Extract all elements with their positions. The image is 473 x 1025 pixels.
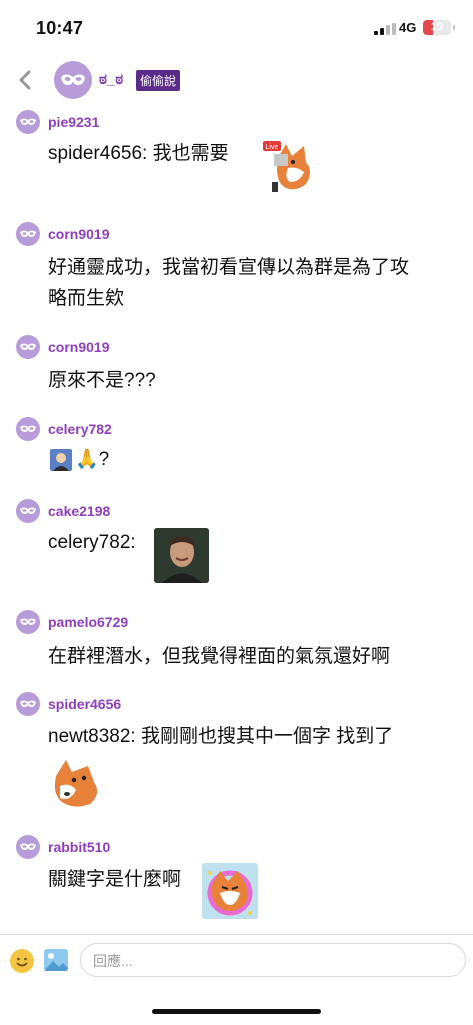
battery-icon: 19 [423, 20, 455, 35]
network-label: 4G [399, 20, 417, 35]
username[interactable]: corn9019 [48, 226, 109, 242]
username[interactable]: cake2198 [48, 503, 110, 519]
user-avatar-mask-icon[interactable] [16, 610, 40, 634]
user-avatar-mask-icon[interactable] [16, 417, 40, 441]
status-time: 10:47 [36, 18, 84, 38]
username[interactable]: pamelo6729 [48, 614, 128, 630]
message-text: 原來不是??? [48, 370, 156, 391]
signal-icon [374, 23, 396, 35]
emoji-icon[interactable] [10, 949, 34, 973]
back-icon[interactable] [14, 66, 38, 94]
user-avatar-mask-icon[interactable] [16, 110, 40, 134]
image-icon[interactable] [44, 949, 68, 971]
message-text: 🙏? [75, 449, 110, 470]
message-text-line: 略而生欸 [48, 288, 125, 309]
message-text: spider4656: 我也需要 [48, 143, 229, 164]
composer-bar [0, 934, 473, 1025]
username[interactable]: celery782 [48, 421, 112, 437]
username[interactable]: spider4656 [48, 696, 121, 712]
username[interactable]: pie9231 [48, 114, 99, 130]
user-avatar-mask-icon[interactable] [16, 335, 40, 359]
user-avatar-mask-icon[interactable] [16, 222, 40, 246]
username[interactable]: rabbit510 [48, 839, 110, 855]
username[interactable]: corn9019 [48, 339, 109, 355]
message-text: 關鍵字是什麼啊 [48, 869, 182, 890]
svg-text:Live: Live [266, 144, 279, 151]
fox-live-sticker[interactable]: Live [260, 138, 318, 194]
reply-field[interactable] [80, 943, 466, 977]
status-bar: 10:47 4G 19 [0, 0, 473, 56]
message-text: celery782: [48, 532, 136, 553]
fox-sparkle-sticker[interactable] [202, 863, 258, 919]
anonymous-badge: 偷偷說 [136, 70, 181, 91]
user-avatar-mask-icon[interactable] [16, 499, 40, 523]
home-indicator [152, 1009, 321, 1014]
message-text: newt8382: 我剛剛也搜其中一個字 找到了 [48, 726, 394, 747]
chat-header: ಠ_ಠ 偷偷說 [0, 56, 473, 104]
chat-title[interactable]: ಠ_ಠ [99, 71, 123, 88]
fox-shocked-sticker[interactable] [48, 756, 106, 810]
photo-man-smiling[interactable] [154, 528, 209, 583]
emoji-person-icon [50, 449, 72, 471]
user-avatar-mask-icon[interactable] [16, 835, 40, 859]
message-text-line: 好通靈成功，我當初看宣傳以為群是為了攻 [48, 257, 410, 278]
user-avatar-mask-icon[interactable] [16, 692, 40, 716]
battery-level: 19 [430, 21, 444, 33]
group-avatar-mask-icon[interactable] [54, 61, 92, 99]
message-text: 在群裡潛水，但我覺得裡面的氣氛還好啊 [48, 646, 391, 667]
reply-input[interactable] [91, 952, 435, 970]
